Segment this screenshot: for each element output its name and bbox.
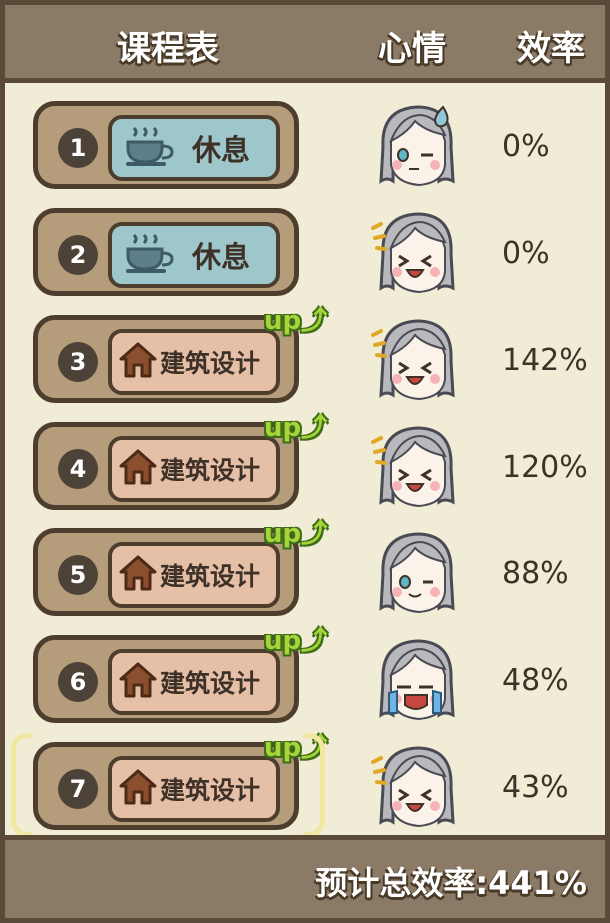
up-arrow-icon: up⤴ [264,519,328,549]
coffee-cup-icon [112,231,180,279]
slot-number: 4 [58,449,98,489]
slot-number: 5 [58,555,98,595]
schedule-row: 1 休息 0% [5,101,605,201]
schedule-slot[interactable]: 4 建筑设计 up⤴ [33,413,327,510]
activity-tag[interactable]: 休息 [108,222,280,288]
activity-label: 休息 [192,240,251,274]
total-efficiency: 预计总效率:441% [315,864,587,902]
selection-bracket-left [11,733,33,837]
activity-label: 建筑设计 [160,669,261,698]
house-icon [112,661,158,703]
slot-number: 7 [58,769,98,809]
slot-number: 6 [58,662,98,702]
mood-heading: 心情 [378,29,446,69]
house-icon [112,768,158,810]
activity-label: 建筑设计 [160,776,261,805]
activity-tag[interactable]: 建筑设计 [108,436,280,502]
schedule-row: 2 休息 0% [5,208,605,308]
house-icon [112,341,158,383]
schedule-row: 4 建筑设计 up⤴ 120% [5,413,605,522]
schedule-slot[interactable]: 7 建筑设计 up⤴ [33,733,327,830]
efficiency-value: 0% [502,236,550,271]
schedule-heading: 课程表 [117,29,219,69]
mood-face-icon [369,528,459,618]
activity-label: 建筑设计 [160,456,261,485]
house-icon [112,554,158,596]
schedule-slot[interactable]: 1 休息 [33,101,299,189]
schedule-row: 6 建筑设计 up⤴ 48% [5,626,605,735]
activity-tag[interactable]: 休息 [108,115,280,181]
mood-face-icon [369,101,459,191]
selection-bracket-right [303,733,325,837]
mood-face-icon [369,208,459,298]
efficiency-value: 88% [502,556,569,591]
slot-number: 2 [58,235,98,275]
activity-tag[interactable]: 建筑设计 [108,542,280,608]
activity-tag[interactable]: 建筑设计 [108,649,280,715]
schedule-slot[interactable]: 5 建筑设计 up⤴ [33,519,327,616]
slot-number: 1 [58,128,98,168]
up-arrow-icon: up⤴ [264,413,328,443]
schedule-panel: 课程表 心情 效率 1 休息 0% 2 休息 0% 3 建筑设计 up⤴ 142% 4 建筑设计 up⤴… [0,0,610,923]
panel-footer: 预计总效率:441% [5,835,605,918]
efficiency-value: 120% [502,450,588,485]
activity-tag[interactable]: 建筑设计 [108,756,280,822]
mood-face-icon [369,635,459,725]
slot-number: 3 [58,342,98,382]
panel-header: 课程表 心情 效率 [5,5,605,83]
efficiency-value: 0% [502,129,550,164]
schedule-slot[interactable]: 3 建筑设计 up⤴ [33,306,327,403]
up-arrow-icon: up⤴ [264,626,328,656]
mood-face-icon [369,315,459,405]
activity-label: 建筑设计 [160,349,261,378]
schedule-row: 3 建筑设计 up⤴ 142% [5,306,605,415]
schedule-slot[interactable]: 2 休息 [33,208,299,296]
house-icon [112,448,158,490]
mood-face-icon [369,742,459,832]
efficiency-value: 43% [502,770,569,805]
mood-face-icon [369,422,459,512]
up-arrow-icon: up⤴ [264,306,328,336]
efficiency-heading: 效率 [517,29,585,69]
schedule-slot[interactable]: 6 建筑设计 up⤴ [33,626,327,723]
activity-label: 休息 [192,133,251,167]
activity-tag[interactable]: 建筑设计 [108,329,280,395]
schedule-row: 5 建筑设计 up⤴ 88% [5,519,605,628]
efficiency-value: 142% [502,343,588,378]
coffee-cup-icon [112,124,180,172]
activity-label: 建筑设计 [160,562,261,591]
efficiency-value: 48% [502,663,569,698]
